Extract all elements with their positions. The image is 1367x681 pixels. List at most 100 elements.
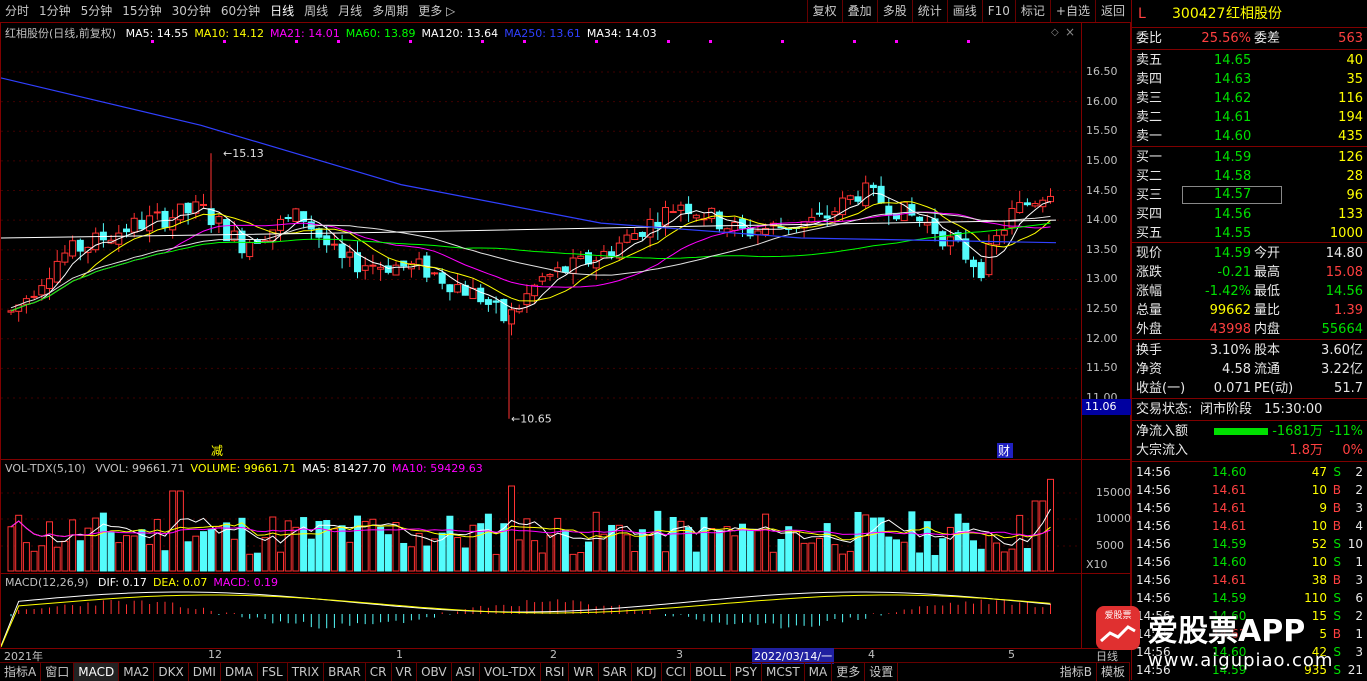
period-tab-0[interactable]: 分时 [0, 0, 34, 22]
volume-bar [15, 514, 23, 572]
volume-bar [261, 537, 269, 572]
volume-bar [954, 513, 962, 572]
indicator-tab-23[interactable]: MA [805, 663, 833, 681]
candle-body [869, 184, 877, 189]
period-tab-7[interactable]: 周线 [299, 0, 333, 22]
period-tab-5[interactable]: 60分钟 [216, 0, 265, 22]
volume-bar [461, 547, 469, 572]
volume-bar [377, 526, 385, 572]
tool-button-7[interactable]: +自选 [1049, 0, 1095, 22]
indicator-tab-17[interactable]: SAR [599, 663, 632, 681]
tool-button-3[interactable]: 统计 [911, 0, 947, 22]
tool-button-4[interactable]: 画线 [946, 0, 982, 22]
stock-code: 300427 [1172, 6, 1226, 22]
indicator-tab-3[interactable]: MA2 [119, 663, 155, 681]
indicator-tab-15[interactable]: RSI [541, 663, 570, 681]
indicator-tab-2[interactable]: MACD [74, 663, 120, 681]
watermark-title: 爱股票APP [1148, 614, 1306, 649]
volume-bar [631, 550, 639, 572]
tool-button-1[interactable]: 叠加 [841, 0, 877, 22]
indicator-tab-1[interactable]: 窗口 [41, 663, 75, 681]
ma60-line [10, 222, 1051, 312]
indicator-tab-12[interactable]: OBV [417, 663, 452, 681]
indicator-tab-9[interactable]: BRAR [324, 663, 366, 681]
indicator-tab-25[interactable]: 设置 [865, 663, 899, 681]
indicator-tab-22[interactable]: MCST [762, 663, 805, 681]
kline-panel[interactable]: 红相股份(日线,前复权) MA5: 14.55 MA10: 14.12 MA21: … [0, 22, 1131, 460]
price-tick: 13.50 [1086, 242, 1118, 256]
candle-body [92, 232, 100, 251]
indicator-tab-8[interactable]: TRIX [288, 663, 325, 681]
indicator-tab-20[interactable]: BOLL [691, 663, 731, 681]
candle-body [284, 216, 292, 219]
volume-bar [877, 517, 885, 572]
period-tab-6[interactable]: 日线 [265, 0, 299, 22]
candle-body [215, 216, 223, 224]
volume-chart[interactable] [1, 460, 1081, 573]
volume-bar [708, 528, 716, 572]
volume-bar [931, 554, 939, 572]
finance-marker[interactable]: 财 [998, 444, 1010, 458]
signal-dot [709, 40, 712, 43]
price-tick: 12.50 [1086, 302, 1118, 316]
price-axis: 16.50 16.00 15.50 15.00 14.50 14.00 13.50 13.00… [1081, 23, 1131, 459]
bottom-right-tab-0[interactable]: 指标B [1056, 663, 1097, 681]
volume-bar [354, 515, 361, 572]
macd-chart[interactable] [1, 574, 1081, 648]
tool-button-2[interactable]: 多股 [876, 0, 912, 22]
indicator-tab-4[interactable]: DKX [154, 663, 189, 681]
indicator-tab-16[interactable]: WR [569, 663, 599, 681]
period-tab-2[interactable]: 5分钟 [76, 0, 118, 22]
candle-body [923, 222, 931, 226]
indicator-tab-13[interactable]: ASI [452, 663, 480, 681]
period-tab-9[interactable]: 多周期 [367, 0, 413, 22]
period-tab-8[interactable]: 月线 [333, 0, 367, 22]
period-tab-10[interactable]: 更多 ▷ [413, 0, 460, 22]
volume-bar [169, 490, 177, 572]
close-icon[interactable]: × [1065, 25, 1075, 39]
tool-button-8[interactable]: 返回 [1094, 0, 1130, 22]
tool-button-0[interactable]: 复权 [806, 0, 842, 22]
indicator-tab-14[interactable]: VOL-TDX [480, 663, 541, 681]
period-tab-4[interactable]: 30分钟 [167, 0, 216, 22]
volume-bar [977, 548, 985, 572]
indicator-tab-21[interactable]: PSY [731, 663, 762, 681]
volume-bar [269, 516, 277, 572]
quote-panel: L 300427 红相股份 委比 25.56% 委差 563 卖五 14.65 40… [1131, 0, 1367, 680]
indicator-tab-11[interactable]: VR [392, 663, 418, 681]
volume-bar [669, 516, 677, 572]
quote-row: 涨幅 -1.42% 最低 14.56 [1136, 284, 1363, 299]
indicator-tab-24[interactable]: 更多 [832, 663, 866, 681]
tool-button-6[interactable]: 标记 [1014, 0, 1050, 22]
price-tick: 15.00 [1086, 153, 1118, 167]
candle-body [69, 240, 77, 257]
kline-chart[interactable]: ←15.13 ←10.65 减 财 [1, 23, 1081, 459]
indicator-tab-18[interactable]: KDJ [632, 663, 662, 681]
period-tab-3[interactable]: 15分钟 [117, 0, 166, 22]
volume-bar [446, 515, 454, 572]
period-tab-1[interactable]: 1分钟 [34, 0, 76, 22]
indicator-tab-5[interactable]: DMI [189, 663, 221, 681]
ask-row: 卖一 14.60 435 [1136, 129, 1363, 144]
volume-bar [153, 518, 161, 572]
volume-bar [115, 542, 123, 572]
indicator-tab-10[interactable]: CR [366, 663, 392, 681]
settings-diamond-icon[interactable]: ◇ [1051, 27, 1059, 38]
flow-row: 净流入额 -1681万 -11% [1136, 424, 1363, 439]
tool-button-5[interactable]: F10 [981, 0, 1015, 22]
volume-bar [361, 520, 369, 572]
indicator-tab-0[interactable]: 指标A [0, 663, 42, 681]
signal-dot [853, 40, 856, 43]
volume-panel[interactable]: VOL-TDX(5,10) VVOL: 99661.71 VOLUME: 9966… [0, 459, 1131, 574]
price-tick: 16.50 [1086, 65, 1118, 78]
indicator-tab-7[interactable]: FSL [258, 663, 288, 681]
candle-body [608, 251, 616, 257]
candle-body [223, 219, 231, 242]
indicator-tab-19[interactable]: CCI [662, 663, 691, 681]
date-tick: 12 [208, 648, 222, 661]
event-marker[interactable]: 减 [211, 444, 223, 458]
volume-bar [192, 535, 200, 572]
macd-panel[interactable]: MACD(12,26,9) DIF: 0.17 DEA: 0.07 MACD: 0.… [0, 573, 1131, 649]
indicator-tab-6[interactable]: DMA [221, 663, 258, 681]
volume-bar [723, 526, 731, 572]
